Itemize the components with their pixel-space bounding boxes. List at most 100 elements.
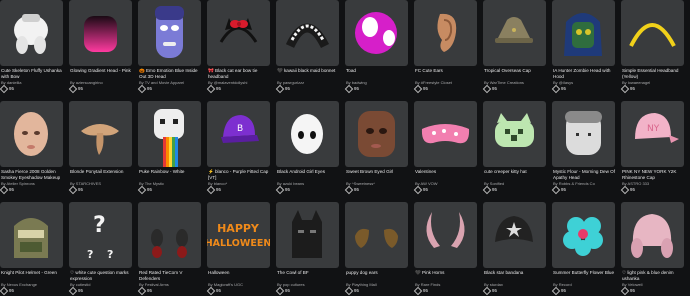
item-name[interactable]: Toad	[346, 68, 409, 74]
item-creator[interactable]: By pawrgurlzzz	[277, 80, 339, 85]
item-creator[interactable]: By Velowell	[622, 282, 684, 287]
catalog-item[interactable]: 🖤 Pink Horns By Rare Finds 95	[413, 202, 478, 296]
item-name[interactable]: cute creeper kitty hat	[484, 169, 547, 175]
item-creator[interactable]: By Rare Finds	[415, 282, 477, 287]
catalog-item[interactable]: Blonde Ponytail Extension By STARCHIVES …	[68, 101, 133, 195]
item-name[interactable]: Simple Essential Headband (Yellow)	[622, 68, 685, 79]
item-name[interactable]: FC Cute Ears	[415, 68, 478, 74]
item-creator[interactable]: By cutiestid	[70, 282, 132, 287]
item-name[interactable]: Sweet Brown Eyed Girl	[346, 169, 409, 175]
item-creator[interactable]: By badwing	[346, 80, 408, 85]
catalog-item[interactable]: Glowing Gradient Head - Pink By aziersca…	[68, 0, 133, 94]
item-creator[interactable]: By AW VOW	[415, 181, 477, 186]
item-name[interactable]: PINK NY NEW YORK Y2K Rhinestone Cap	[622, 169, 685, 180]
item-name[interactable]: ⚡ blanco - Purple Fitted Cap [VT]	[208, 169, 271, 180]
item-name[interactable]: Cute Skeleton Fluffy Ushanka with Bow	[1, 68, 64, 79]
item-name[interactable]: 🎀 Black cat ear bow tie headband	[208, 68, 271, 79]
item-name[interactable]: Halloween	[208, 270, 271, 276]
item-name[interactable]: 🎃 Emo Emotion Blue Inside Out 3D Head	[139, 68, 202, 79]
item-creator[interactable]: By Nexus Exchange	[1, 282, 63, 287]
item-creator[interactable]: By Robbs & Friends Co	[553, 181, 615, 186]
robux-icon	[275, 185, 285, 195]
robux-icon	[344, 84, 354, 94]
item-creator[interactable]: By pop cultures	[277, 282, 339, 287]
catalog-item[interactable]: Valentines By AW VOW 95	[413, 101, 478, 195]
item-creator[interactable]: By Sonified	[484, 181, 546, 186]
item-creator[interactable]: By sturdax	[484, 282, 546, 287]
item-creator[interactable]: By TV and Movie Apparel	[139, 80, 201, 85]
item-name[interactable]: Red Rated TieCom V Defenders	[139, 270, 202, 281]
catalog-item[interactable]: Mystic Flour - Morning Dew Of Apathy Hea…	[551, 101, 616, 195]
item-creator[interactable]: By STARCHIVES	[70, 181, 132, 186]
catalog-item[interactable]: cute creeper kitty hat By Sonified 95	[482, 101, 547, 195]
robux-icon	[482, 185, 492, 195]
item-creator[interactable]: By Atelier Spinrons	[1, 181, 63, 186]
item-name[interactable]: The Cowl of BF	[277, 270, 340, 276]
item-price: 95	[0, 185, 14, 195]
item-creator[interactable]: By azuki beans	[277, 181, 339, 186]
item-name[interactable]: Valentines	[415, 169, 478, 175]
catalog-item[interactable]: B ⚡ blanco - Purple Fitted Cap [VT] By b…	[206, 101, 271, 195]
item-creator[interactable]: By blanco*	[208, 181, 270, 186]
item-name[interactable]: Glowing Gradient Head - Pink	[70, 68, 133, 74]
item-name[interactable]: ♡ white cute question marks expression	[70, 270, 133, 281]
item-creator[interactable]: By Magicraft's UGC	[208, 282, 270, 287]
item-name[interactable]: 🖤 Pink Horns	[415, 270, 478, 276]
catalog-item[interactable]: Red Rated TieCom V Defenders By Festival…	[137, 202, 202, 296]
catalog-item[interactable]: Puke Rainbow - White By The Mystic 95	[137, 101, 202, 195]
catalog-item[interactable]: Simple Essential Headband (Yellow) By lo…	[620, 0, 685, 94]
robux-icon	[344, 286, 354, 296]
item-name[interactable]: Knight Pilot Helmet - Green	[1, 270, 64, 276]
item-name[interactable]: Sasha Fierce 2008 Golden Smokey Eyeshado…	[1, 169, 64, 180]
item-creator[interactable]: By @iIasys	[553, 80, 615, 85]
catalog-item[interactable]: FC Cute Ears By #Freestyle Closet 95	[413, 0, 478, 94]
robux-icon	[206, 84, 216, 94]
item-creator[interactable]: By daniellia	[1, 80, 63, 85]
catalog-item[interactable]: Sasha Fierce 2008 Golden Smokey Eyeshado…	[0, 101, 63, 195]
catalog-item[interactable]: Toad By badwing 95	[344, 0, 409, 94]
item-creator[interactable]: By Plaything Mall	[346, 282, 408, 287]
item-name[interactable]: IA Hunter Zombie Head with Hood	[553, 68, 616, 79]
item-creator[interactable]: By #Freestyle Closet	[415, 80, 477, 85]
catalog-item[interactable]: Black star bandana By sturdax 95	[482, 202, 547, 296]
item-creator[interactable]: By ASTRO 333	[622, 181, 684, 186]
catalog-item[interactable]: NY PINK NY NEW YORK Y2K Rhinestone Cap B…	[620, 101, 685, 195]
catalog-item[interactable]: IA Hunter Zombie Head with Hood By @iIas…	[551, 0, 616, 94]
item-creator[interactable]: By Festival Arms	[139, 282, 201, 287]
item-name[interactable]: Blonde Ponytail Extension	[70, 169, 133, 175]
item-name[interactable]: Mystic Flour - Morning Dew Of Apathy Hea…	[553, 169, 616, 180]
item-name[interactable]: ♡ light pink & blue denim ushanka	[622, 270, 685, 281]
item-creator[interactable]: By The Mystic	[139, 181, 201, 186]
catalog-item[interactable]: Tropical Overseas Cap By WarTime Creatio…	[482, 0, 547, 94]
item-creator[interactable]: By ^Sweetness^	[346, 181, 408, 186]
catalog-item[interactable]: Knight Pilot Helmet - Green By Nexus Exc…	[0, 202, 63, 296]
catalog-item[interactable]: Black Android Girl Eyes By azuki beans 9…	[275, 101, 340, 195]
catalog-item[interactable]: Summer Butterfly Flower Blue By Record 9…	[551, 202, 616, 296]
item-creator[interactable]: By Record	[553, 282, 615, 287]
catalog-item[interactable]: ??? ♡ white cute question marks expressi…	[68, 202, 133, 296]
item-creator[interactable]: By lowaeenagel	[622, 80, 684, 85]
item-name[interactable]: Puke Rainbow - White	[139, 169, 202, 175]
item-name[interactable]: puppy dog ears	[346, 270, 409, 276]
catalog-item[interactable]: The Cowl of BF By pop cultures 95	[275, 202, 340, 296]
catalog-item[interactable]: puppy dog ears By Plaything Mall 95	[344, 202, 409, 296]
catalog-item[interactable]: Cute Skeleton Fluffy Ushanka with Bow By…	[0, 0, 63, 94]
item-creator[interactable]: By WarTime Creations	[484, 80, 546, 85]
item-name[interactable]: Summer Butterfly Flower Blue	[553, 270, 616, 276]
item-creator[interactable]: By @malaventdollyshi	[208, 80, 270, 85]
item-name[interactable]: Tropical Overseas Cap	[484, 68, 547, 74]
item-name[interactable]: Black Android Girl Eyes	[277, 169, 340, 175]
catalog-item[interactable]: HAPPY HALLOWEEN Halloween By Magicraft's …	[206, 202, 271, 296]
catalog-item[interactable]: 🎃 Emo Emotion Blue Inside Out 3D Head By…	[137, 0, 202, 94]
item-creator[interactable]: By azierscangirino	[70, 80, 132, 85]
item-name[interactable]: 🖤 kawaii black maid bonnet	[277, 68, 340, 74]
item-name[interactable]: Black star bandana	[484, 270, 547, 276]
catalog-item[interactable]: ♡ light pink & blue denim ushanka By Vel…	[620, 202, 685, 296]
robux-icon	[413, 84, 423, 94]
item-price: 95	[482, 185, 497, 195]
item-price: 95	[275, 185, 290, 195]
catalog-item[interactable]: 🎀 Black cat ear bow tie headband By @mal…	[206, 0, 271, 94]
catalog-item[interactable]: 🖤 kawaii black maid bonnet By pawrgurlzz…	[275, 0, 340, 94]
robux-icon	[137, 185, 147, 195]
catalog-item[interactable]: Sweet Brown Eyed Girl By ^Sweetness^ 95	[344, 101, 409, 195]
